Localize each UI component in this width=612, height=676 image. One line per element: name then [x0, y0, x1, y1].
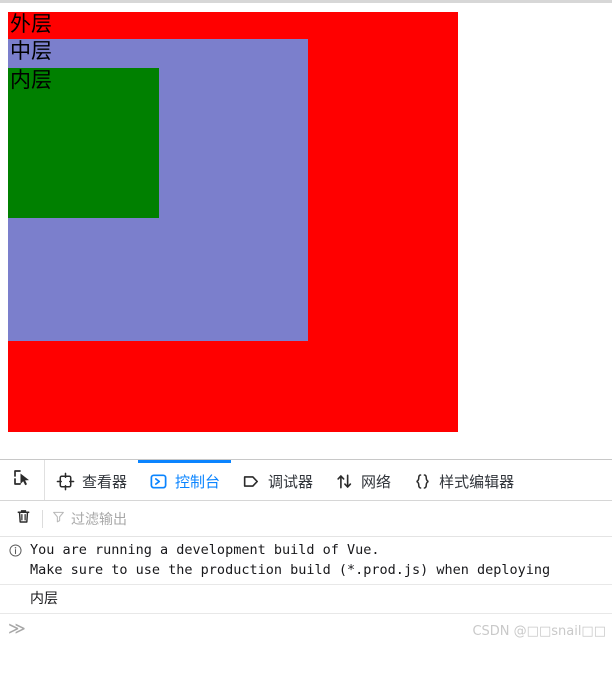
- devtools-panel: 查看器 控制台 调试器 网络 样式编辑器 过滤输出 You are runnin…: [0, 459, 612, 676]
- tab-inspector-label: 查看器: [82, 473, 128, 491]
- inspector-icon: [56, 472, 75, 491]
- console-message-body: You are running a development build of V…: [30, 540, 550, 580]
- inner-box-label: 内层: [10, 68, 52, 92]
- console-message-gutter: [0, 588, 30, 591]
- outer-box-label: 外层: [10, 12, 52, 36]
- tab-console-label: 控制台: [175, 473, 221, 491]
- console-message-line-2: Make sure to use the production build (*…: [30, 562, 551, 578]
- tab-network-label: 网络: [361, 473, 392, 491]
- trash-icon: [14, 507, 33, 531]
- toolbar-divider: [42, 509, 43, 528]
- tab-debugger-label: 调试器: [268, 473, 314, 491]
- console-message-log[interactable]: 内层: [0, 585, 612, 614]
- console-message-gutter: [0, 540, 30, 563]
- console-message-line-1: You are running a development build of V…: [30, 542, 380, 558]
- prompt-chevron-icon: ≫: [8, 619, 26, 639]
- picker-icon: [12, 468, 32, 493]
- console-filter-toolbar: 过滤输出: [0, 501, 612, 537]
- tab-debugger[interactable]: 调试器: [231, 460, 324, 500]
- console-message-text: 内层: [30, 591, 58, 607]
- tab-console[interactable]: 控制台: [138, 460, 232, 500]
- console-output-list: You are running a development build of V…: [0, 537, 612, 614]
- tab-inspector[interactable]: 查看器: [45, 460, 138, 500]
- tab-network[interactable]: 网络: [324, 460, 402, 500]
- console-message-vue-warning[interactable]: You are running a development build of V…: [0, 537, 612, 585]
- funnel-icon: [51, 509, 66, 529]
- outer-box: 外层 中层 内层: [8, 12, 458, 432]
- tab-style-editor-label: 样式编辑器: [439, 473, 515, 491]
- console-filter-input[interactable]: 过滤输出: [51, 507, 612, 531]
- inner-box: 内层: [8, 68, 159, 218]
- middle-box-label: 中层: [10, 39, 52, 63]
- middle-box: 中层 内层: [8, 39, 308, 341]
- watermark-text: CSDN @□□snail□□: [472, 624, 606, 639]
- clear-console-button[interactable]: [8, 506, 38, 532]
- console-icon: [149, 472, 168, 491]
- tab-style-editor[interactable]: 样式编辑器: [402, 460, 525, 500]
- console-input-prompt[interactable]: ≫ CSDN @□□snail□□: [0, 614, 612, 644]
- style-editor-icon: [413, 472, 432, 491]
- browser-page-viewport: 外层 中层 内层: [0, 0, 612, 459]
- debugger-icon: [242, 472, 261, 491]
- devtools-tabbar: 查看器 控制台 调试器 网络 样式编辑器: [0, 460, 612, 501]
- console-filter-placeholder: 过滤输出: [71, 511, 127, 528]
- info-icon: [8, 543, 23, 563]
- network-icon: [335, 472, 354, 491]
- browser-chrome-edge: [0, 0, 612, 3]
- element-picker-button[interactable]: [0, 460, 45, 500]
